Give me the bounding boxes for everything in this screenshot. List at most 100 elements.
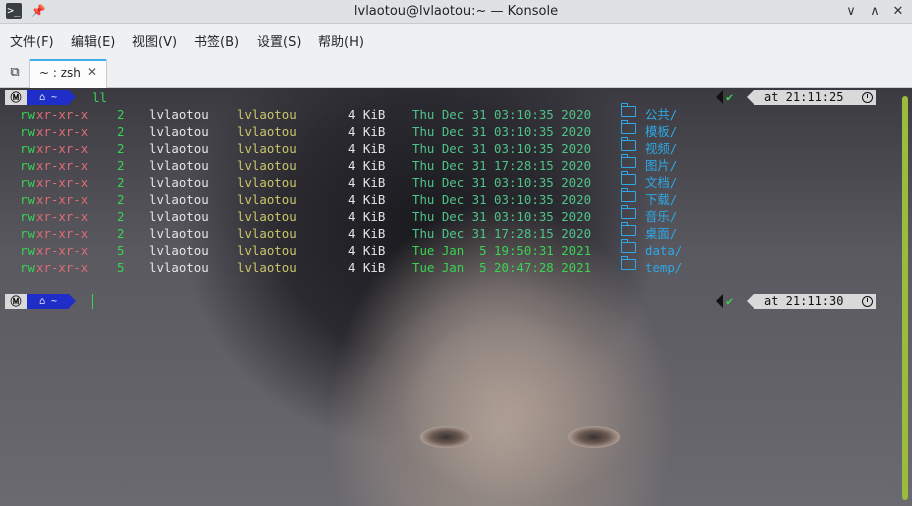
group: lvlaotou [237, 243, 297, 258]
menu-file[interactable]: 文件(F) [10, 24, 54, 58]
owner: lvlaotou [149, 175, 209, 190]
folder-icon [621, 154, 636, 168]
link-count: 5 [117, 243, 125, 258]
link-count: 2 [117, 209, 125, 224]
modified-date: Thu Dec 31 03:10:35 2020 [412, 141, 592, 156]
os-logo-icon: Ⓜ [5, 294, 27, 309]
window-title: lvlaotou@lvlaotou:~ — Konsole [353, 4, 559, 19]
list-item: rw xr-xr-x 2 lvlaotou lvlaotou 4 KiB Thu Dec 3… [0, 222, 912, 242]
menubar: 文件(F) 编辑(E) 视图(V) 书签(B) 设置(S) 帮助(H) [0, 24, 912, 58]
group: lvlaotou [237, 226, 297, 241]
clock-icon [862, 92, 873, 103]
modified-date: Tue Jan 5 19:50:31 2021 [412, 243, 592, 258]
list-item: rw xr-xr-x 5 lvlaotou lvlaotou 4 KiB Tue Jan 5… [0, 256, 912, 276]
group: lvlaotou [237, 107, 297, 122]
file-size: 4 KiB [348, 243, 386, 258]
perm-read: rw [20, 192, 35, 207]
prompt-dir: ⌂ ~ [27, 294, 76, 309]
dir-name[interactable]: 视频/ [645, 140, 677, 157]
menu-settings[interactable]: 设置(S) [257, 24, 301, 58]
perm-read: rw [20, 260, 35, 275]
owner: lvlaotou [149, 141, 209, 156]
clock-icon [862, 296, 873, 307]
tab-bar: ⧉ ~ : zsh ✕ [0, 58, 912, 88]
group: lvlaotou [237, 192, 297, 207]
file-size: 4 KiB [348, 175, 386, 190]
list-item: rw xr-xr-x 2 lvlaotou lvlaotou 4 KiB Thu Dec 3… [0, 205, 912, 225]
wallpaper-eye-right [568, 426, 620, 448]
perm-rest: xr-xr-x [36, 107, 89, 122]
menu-view[interactable]: 视图(V) [132, 24, 177, 58]
dir-name[interactable]: 图片/ [645, 157, 677, 174]
perm-read: rw [20, 107, 35, 122]
dir-name[interactable]: 模板/ [645, 123, 677, 140]
dir-name[interactable]: 桌面/ [645, 225, 677, 242]
prompt-time: at 21:11:25 [747, 90, 876, 105]
dir-name[interactable]: 音乐/ [645, 208, 677, 225]
perm-rest: xr-xr-x [36, 192, 89, 207]
list-item: rw xr-xr-x 2 lvlaotou lvlaotou 4 KiB Thu Dec 3… [0, 171, 912, 191]
menu-edit[interactable]: 编辑(E) [71, 24, 115, 58]
window-titlebar: >_ 📌 lvlaotou@lvlaotou:~ — Konsole ∨ ∧ ✕ [0, 0, 912, 24]
owner: lvlaotou [149, 107, 209, 122]
owner: lvlaotou [149, 209, 209, 224]
file-size: 4 KiB [348, 107, 386, 122]
file-size: 4 KiB [348, 158, 386, 173]
list-item: rw xr-xr-x 2 lvlaotou lvlaotou 4 KiB Thu Dec 3… [0, 154, 912, 174]
link-count: 2 [117, 124, 125, 139]
perm-read: rw [20, 158, 35, 173]
dir-name[interactable]: data/ [645, 242, 682, 259]
file-size: 4 KiB [348, 192, 386, 207]
dir-name[interactable]: 文档/ [645, 174, 677, 191]
menu-help[interactable]: 帮助(H) [318, 24, 364, 58]
modified-date: Thu Dec 31 03:10:35 2020 [412, 124, 592, 139]
prompt-time: at 21:11:30 [747, 294, 876, 309]
group: lvlaotou [237, 141, 297, 156]
modified-date: Tue Jan 5 20:47:28 2021 [412, 260, 592, 275]
folder-icon [621, 120, 636, 134]
close-button[interactable]: ✕ [889, 3, 907, 21]
maximize-button[interactable]: ∧ [866, 3, 884, 21]
link-count: 2 [117, 192, 125, 207]
perm-rest: xr-xr-x [36, 226, 89, 241]
list-item: rw xr-xr-x 2 lvlaotou lvlaotou 4 KiB Thu Dec 3… [0, 188, 912, 208]
new-tab-icon[interactable]: ⧉ [6, 64, 24, 82]
folder-icon [621, 205, 636, 219]
link-count: 2 [117, 175, 125, 190]
perm-read: rw [20, 175, 35, 190]
perm-rest: xr-xr-x [36, 243, 89, 258]
terminal-view[interactable]: Ⓜ ⌂ ~ ll ✔ at 21:11:25 rw xr-xr-x 2 lvlaoto… [0, 88, 912, 506]
list-item: rw xr-xr-x 5 lvlaotou lvlaotou 4 KiB Tue Jan 5… [0, 239, 912, 259]
perm-rest: xr-xr-x [36, 175, 89, 190]
status-check-icon: ✔ [726, 294, 734, 308]
modified-date: Thu Dec 31 03:10:35 2020 [412, 107, 592, 122]
link-count: 5 [117, 260, 125, 275]
file-size: 4 KiB [348, 226, 386, 241]
file-size: 4 KiB [348, 209, 386, 224]
perm-rest: xr-xr-x [36, 260, 89, 275]
wallpaper-face [360, 288, 680, 506]
perm-rest: xr-xr-x [36, 141, 89, 156]
tab-close-icon[interactable]: ✕ [87, 65, 97, 79]
text-cursor [92, 294, 93, 309]
dir-name[interactable]: 公共/ [645, 106, 677, 123]
prompt-time-label: at 21:11:30 [764, 294, 844, 308]
modified-date: Thu Dec 31 03:10:35 2020 [412, 209, 592, 224]
tab-label: ~ : zsh [39, 66, 81, 80]
group: lvlaotou [237, 209, 297, 224]
tab-zsh[interactable]: ~ : zsh ✕ [29, 59, 107, 88]
menu-bookmarks[interactable]: 书签(B) [194, 24, 239, 58]
link-count: 2 [117, 158, 125, 173]
owner: lvlaotou [149, 226, 209, 241]
modified-date: Thu Dec 31 03:10:35 2020 [412, 192, 592, 207]
perm-rest: xr-xr-x [36, 158, 89, 173]
dir-name[interactable]: temp/ [645, 259, 682, 276]
list-item: rw xr-xr-x 2 lvlaotou lvlaotou 4 KiB Thu Dec 3… [0, 137, 912, 157]
scrollbar[interactable] [902, 96, 908, 500]
link-count: 2 [117, 226, 125, 241]
prompt-dir: ⌂ ~ [27, 90, 76, 105]
minimize-button[interactable]: ∨ [842, 3, 860, 21]
folder-icon [621, 103, 636, 117]
dir-name[interactable]: 下载/ [645, 191, 677, 208]
owner: lvlaotou [149, 192, 209, 207]
